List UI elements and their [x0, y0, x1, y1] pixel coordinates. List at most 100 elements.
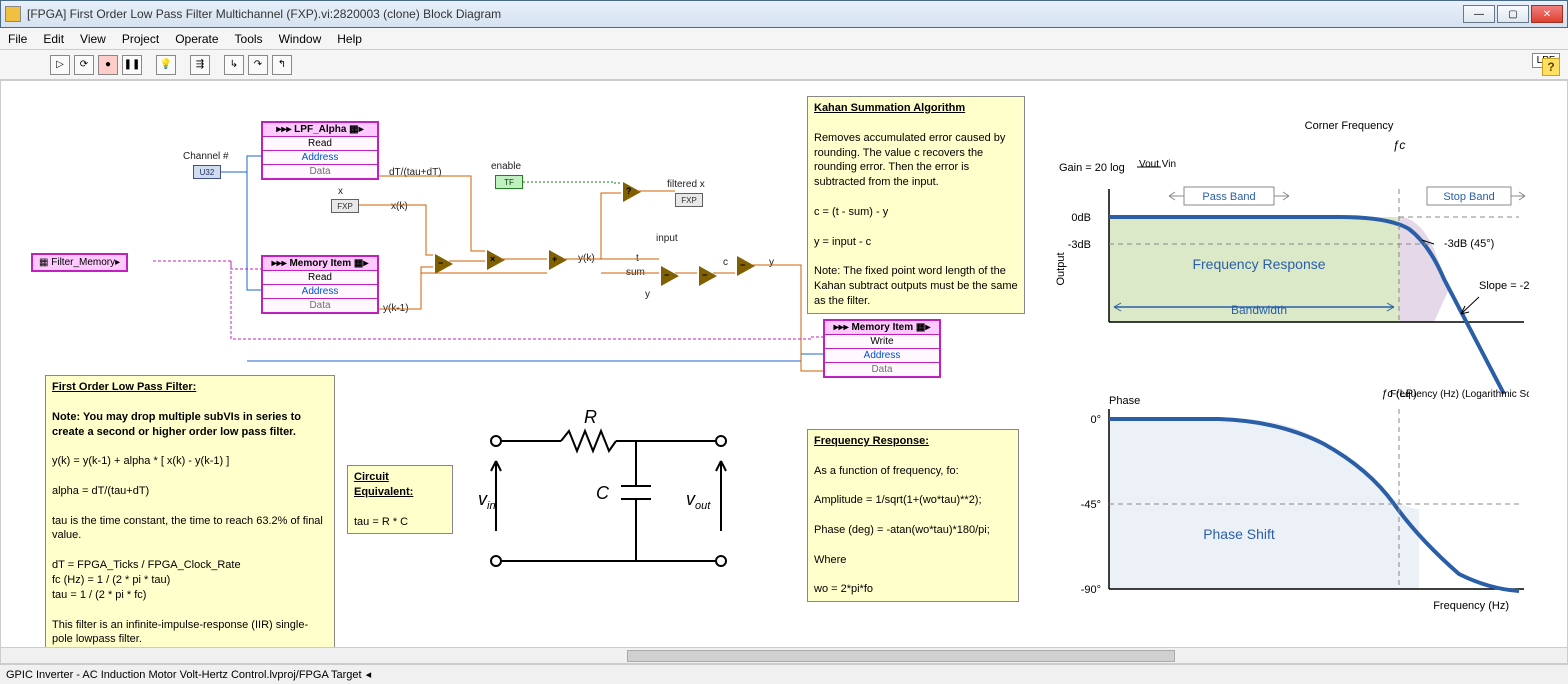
- menu-project[interactable]: Project: [122, 32, 159, 46]
- fxp-terminal-input[interactable]: FXP: [331, 199, 359, 213]
- subtract-node-1[interactable]: −: [433, 255, 455, 273]
- project-path: GPIC Inverter - AC Induction Motor Volt-…: [6, 669, 362, 681]
- svg-text:0°: 0°: [1090, 414, 1101, 426]
- dt-tau-label: dT/(tau+dT): [389, 167, 442, 178]
- memory-read-op: Read: [263, 271, 377, 285]
- memory-write-block[interactable]: ▸▸▸ Memory Item ▦▸ Write Address Data: [823, 319, 941, 378]
- menu-view[interactable]: View: [80, 32, 106, 46]
- scrollbar-thumb[interactable]: [627, 650, 1175, 662]
- lpf-alpha-address: Address: [263, 151, 377, 165]
- highlight-button[interactable]: 💡: [156, 55, 176, 75]
- run-continuous-button[interactable]: ⟳: [74, 55, 94, 75]
- filter-memory-ref[interactable]: ▦ Filter_Memory▸: [31, 253, 128, 272]
- fxp-terminal-output[interactable]: FXP: [675, 193, 703, 207]
- svg-text:Phase: Phase: [1109, 395, 1140, 407]
- svg-text:Vout Vin: Vout Vin: [1139, 159, 1176, 170]
- menu-window[interactable]: Window: [279, 32, 322, 46]
- svg-text:Pass Band: Pass Band: [1202, 191, 1255, 203]
- channel-label: Channel #: [183, 151, 229, 162]
- x-label: x: [338, 186, 343, 197]
- app-icon: [5, 6, 21, 22]
- svg-text:Stop Band: Stop Band: [1443, 191, 1494, 203]
- frequency-response-chart: 0dB -3dB Pass Band Stop Band Frequency R…: [1049, 109, 1529, 639]
- maximize-button[interactable]: ▢: [1497, 5, 1529, 23]
- input-label: input: [656, 233, 678, 244]
- close-button[interactable]: ✕: [1531, 5, 1563, 23]
- lpf-alpha-block[interactable]: ▸▸▸ LPF_Alpha ▦▸ Read Address Data: [261, 121, 379, 180]
- subtract-node-4[interactable]: −: [735, 257, 757, 275]
- menubar: File Edit View Project Operate Tools Win…: [0, 28, 1568, 50]
- multiply-node[interactable]: ×: [485, 251, 507, 269]
- freq-response-note: Frequency Response: As a function of fre…: [807, 429, 1019, 602]
- circuit-note: Circuit Equivalent: tau = R * C: [347, 465, 453, 534]
- memory-read-block[interactable]: ▸▸▸ Memory Item ▦▸ Read Address Data: [261, 255, 379, 314]
- svg-text:-90°: -90°: [1081, 584, 1101, 596]
- svg-text:Frequency (Hz) (Logarithmic Sc: Frequency (Hz) (Logarithmic Scale): [1390, 389, 1529, 400]
- svg-text:Phase Shift: Phase Shift: [1203, 526, 1275, 542]
- menu-file[interactable]: File: [8, 32, 27, 46]
- lpf-alpha-read: Read: [263, 137, 377, 151]
- menu-edit[interactable]: Edit: [43, 32, 64, 46]
- memory-write-data: Data: [825, 363, 939, 376]
- subtract-node-2[interactable]: −: [659, 267, 681, 285]
- memory-write-address: Address: [825, 349, 939, 363]
- c-label: c: [723, 257, 728, 268]
- breadcrumb-arrow-icon[interactable]: ◂: [366, 668, 372, 681]
- select-node[interactable]: ?: [621, 183, 643, 201]
- svg-text:-45°: -45°: [1081, 499, 1101, 511]
- svg-text:ƒc: ƒc: [1393, 138, 1406, 152]
- svg-text:Output: Output: [1055, 252, 1067, 285]
- retain-wire-button[interactable]: ⇶: [190, 55, 210, 75]
- circuit-schematic: R C vin vout: [466, 401, 756, 591]
- tf-terminal[interactable]: TF: [495, 175, 523, 189]
- t-label: t: [636, 253, 639, 264]
- svg-text:vout: vout: [686, 489, 711, 512]
- lpf-alpha-header: ▸▸▸ LPF_Alpha ▦▸: [263, 123, 377, 137]
- svg-text:Corner Frequency: Corner Frequency: [1305, 120, 1394, 132]
- menu-help[interactable]: Help: [337, 32, 362, 46]
- svg-text:0dB: 0dB: [1071, 212, 1091, 224]
- filtered-x-label: filtered x: [667, 179, 705, 190]
- sum-label: sum: [626, 267, 645, 278]
- horizontal-scrollbar[interactable]: [1, 647, 1567, 663]
- memory-write-header: ▸▸▸ Memory Item ▦▸: [825, 321, 939, 335]
- subtract-node-3[interactable]: −: [697, 267, 719, 285]
- svg-text:Gain = 20 log: Gain = 20 log: [1059, 162, 1125, 174]
- step-over-button[interactable]: ↷: [248, 55, 268, 75]
- svg-text:Frequency (Hz): Frequency (Hz): [1433, 600, 1509, 612]
- memory-read-address: Address: [263, 285, 377, 299]
- u32-terminal[interactable]: U32: [193, 165, 221, 179]
- step-into-button[interactable]: ↳: [224, 55, 244, 75]
- memory-read-data: Data: [263, 299, 377, 312]
- window-title: [FPGA] First Order Low Pass Filter Multi…: [27, 7, 1463, 21]
- memory-read-header: ▸▸▸ Memory Item ▦▸: [263, 257, 377, 271]
- minimize-button[interactable]: —: [1463, 5, 1495, 23]
- run-button[interactable]: ▷: [50, 55, 70, 75]
- lpf-alpha-data: Data: [263, 165, 377, 178]
- svg-text:-3dB: -3dB: [1068, 239, 1091, 251]
- svg-text:Frequency Response: Frequency Response: [1192, 256, 1325, 272]
- pause-button[interactable]: ❚❚: [122, 55, 142, 75]
- step-out-button[interactable]: ↰: [272, 55, 292, 75]
- menu-tools[interactable]: Tools: [235, 32, 263, 46]
- abort-button[interactable]: ●: [98, 55, 118, 75]
- add-node[interactable]: +: [547, 251, 569, 269]
- statusbar: GPIC Inverter - AC Induction Motor Volt-…: [0, 664, 1568, 684]
- menu-operate[interactable]: Operate: [175, 32, 218, 46]
- titlebar: [FPGA] First Order Low Pass Filter Multi…: [0, 0, 1568, 28]
- memory-write-op: Write: [825, 335, 939, 349]
- yk1-label: y(k-1): [383, 303, 409, 314]
- svg-text:Bandwidth: Bandwidth: [1231, 303, 1287, 317]
- enable-label: enable: [491, 161, 521, 172]
- toolbar: ▷ ⟳ ● ❚❚ 💡 ⇶ ↳ ↷ ↰ LPF ?: [0, 50, 1568, 80]
- block-diagram-canvas[interactable]: Channel # U32 x FXP enable TF filtered x…: [0, 80, 1568, 664]
- context-help-button[interactable]: ?: [1542, 58, 1560, 76]
- y-label: y: [769, 257, 774, 268]
- svg-text:Slope = -20dB/Decade: Slope = -20dB/Decade: [1479, 280, 1529, 292]
- kahan-note: Kahan Summation Algorithm Removes accumu…: [807, 96, 1025, 314]
- yk-label: y(k): [578, 253, 595, 264]
- filter-note: First Order Low Pass Filter: Note: You m…: [45, 375, 335, 652]
- svg-text:R: R: [584, 407, 597, 427]
- svg-text:vin: vin: [478, 489, 496, 512]
- xk-label: x(k): [391, 201, 408, 212]
